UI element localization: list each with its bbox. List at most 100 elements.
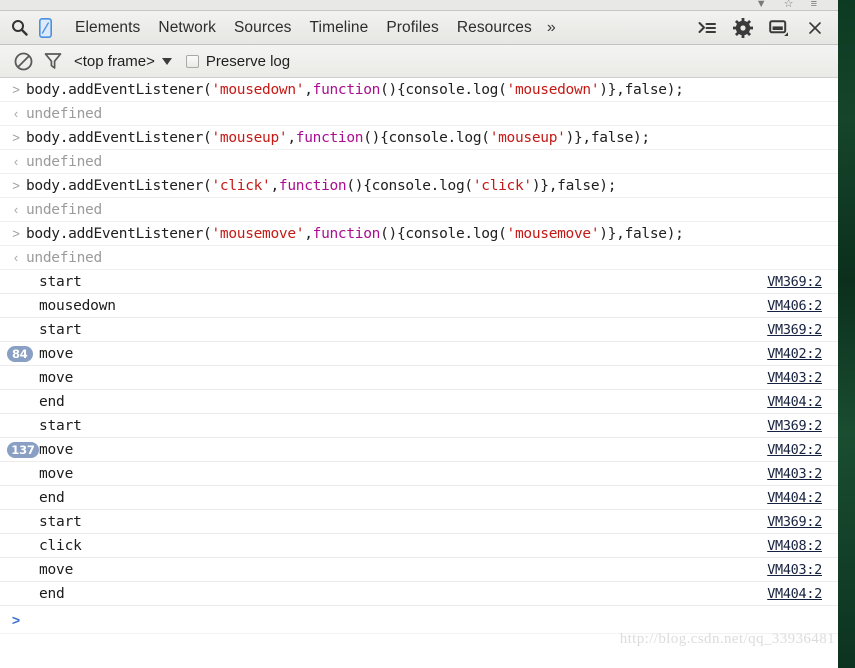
console-log-content: move <box>6 370 767 386</box>
code-token-plain: body.addEventListener( <box>26 177 212 194</box>
code-token-plain: , <box>304 225 313 242</box>
page-content-strip <box>838 0 855 668</box>
code-token-string: 'mousemove' <box>506 225 600 242</box>
code-token-plain: )},false); <box>565 129 651 146</box>
code-token-keyword: function <box>278 177 347 194</box>
console-command-text: body.addEventListener('mousedown',functi… <box>26 82 684 98</box>
tab-elements[interactable]: Elements <box>66 11 149 44</box>
console-log-row[interactable]: 137 move VM402:2 <box>0 438 838 462</box>
frame-selector-label: <top frame> <box>74 52 155 70</box>
tab-resources[interactable]: Resources <box>448 11 541 44</box>
tab-sources[interactable]: Sources <box>225 11 301 44</box>
dock-position-icon[interactable] <box>762 13 796 43</box>
console-log-row[interactable]: end VM404:2 <box>0 390 838 414</box>
search-icon[interactable] <box>6 15 32 41</box>
code-token-plain: body.addEventListener( <box>26 129 212 146</box>
code-token-string: 'click' <box>211 177 271 194</box>
tab-timeline[interactable]: Timeline <box>301 11 378 44</box>
console-result-row[interactable]: ‹ undefined <box>0 102 838 126</box>
preserve-log-toggle[interactable]: Preserve log <box>185 53 290 70</box>
console-log-source-link[interactable]: VM369:2 <box>767 514 838 530</box>
console-log-row[interactable]: click VM408:2 <box>0 534 838 558</box>
console-log-row[interactable]: move VM403:2 <box>0 558 838 582</box>
code-token-plain: (){console.log( <box>380 81 507 98</box>
console-log-content: start <box>6 274 767 290</box>
console-log-row[interactable]: end VM404:2 <box>0 582 838 606</box>
console-log-row[interactable]: start VM369:2 <box>0 270 838 294</box>
console-log-source-link[interactable]: VM404:2 <box>767 394 838 410</box>
device-toggle-icon[interactable] <box>34 15 56 41</box>
console-result-row[interactable]: ‹ undefined <box>0 246 838 270</box>
console-command-text: body.addEventListener('click',function()… <box>26 178 616 194</box>
code-token-string: 'mousedown' <box>211 81 305 98</box>
preserve-log-checkbox[interactable] <box>185 54 199 68</box>
clear-console-icon[interactable] <box>8 47 38 75</box>
console-drawer-icon[interactable] <box>690 13 724 43</box>
console-log-row[interactable]: start VM369:2 <box>0 510 838 534</box>
code-token-plain: )},false); <box>531 177 617 194</box>
console-message-list[interactable]: > body.addEventListener('mousedown',funct… <box>0 78 838 668</box>
code-token-plain: , <box>287 129 296 146</box>
console-log-source-link[interactable]: VM408:2 <box>767 538 838 554</box>
console-log-source-link[interactable]: VM404:2 <box>767 490 838 506</box>
watermark-text: http://blog.csdn.net/qq_33936481 <box>619 631 835 647</box>
console-command-row[interactable]: > body.addEventListener('click',function(… <box>0 174 838 198</box>
console-log-message: mousedown <box>39 297 116 314</box>
code-token-plain: (){console.log( <box>346 177 473 194</box>
browser-chrome-strip: ▼ ☆ ≡ <box>0 0 838 11</box>
console-log-row[interactable]: move VM403:2 <box>0 366 838 390</box>
code-token-plain: , <box>304 81 313 98</box>
chevron-down-icon <box>161 57 172 65</box>
console-log-row[interactable]: start VM369:2 <box>0 414 838 438</box>
repeat-count-slot: 137 <box>6 441 39 458</box>
code-token-plain: body.addEventListener( <box>26 225 212 242</box>
output-marker-icon: ‹ <box>13 202 19 217</box>
console-result-row[interactable]: ‹ undefined <box>0 198 838 222</box>
input-marker-icon: > <box>12 226 20 241</box>
console-log-message: move <box>39 369 74 386</box>
filter-icon[interactable] <box>38 47 68 75</box>
repeat-count-slot: 84 <box>6 345 39 362</box>
console-filter-bar: <top frame> Preserve log <box>0 45 838 78</box>
close-icon[interactable] <box>798 13 832 43</box>
console-log-source-link[interactable]: VM369:2 <box>767 274 838 290</box>
input-marker-icon: > <box>12 130 20 145</box>
tab-network[interactable]: Network <box>149 11 225 44</box>
tabs-overflow-icon[interactable]: » <box>541 11 562 44</box>
console-log-content: click <box>6 538 767 554</box>
console-command-row[interactable]: > body.addEventListener('mousedown',funct… <box>0 78 838 102</box>
console-log-source-link[interactable]: VM403:2 <box>767 370 838 386</box>
repeat-count-badge: 137 <box>7 441 39 458</box>
console-prompt-row[interactable]: > <box>0 606 838 634</box>
console-log-source-link[interactable]: VM403:2 <box>767 562 838 578</box>
console-log-source-link[interactable]: VM369:2 <box>767 322 838 338</box>
tab-profiles[interactable]: Profiles <box>377 11 447 44</box>
console-result-value: undefined <box>26 249 102 266</box>
console-command-row[interactable]: > body.addEventListener('mouseup',functio… <box>0 126 838 150</box>
code-token-string: 'click' <box>472 177 532 194</box>
console-log-source-link[interactable]: VM369:2 <box>767 418 838 434</box>
console-log-source-link[interactable]: VM403:2 <box>767 466 838 482</box>
console-log-row[interactable]: mousedown VM406:2 <box>0 294 838 318</box>
code-token-string: 'mouseup' <box>211 129 288 146</box>
output-marker-icon: ‹ <box>13 250 19 265</box>
console-log-source-link[interactable]: VM402:2 <box>767 346 838 362</box>
code-token-string: 'mousedown' <box>506 81 600 98</box>
devtools-toolbar: Elements Network Sources Timeline Profil… <box>0 11 838 45</box>
console-log-source-link[interactable]: VM404:2 <box>767 586 838 602</box>
console-log-row[interactable]: start VM369:2 <box>0 318 838 342</box>
console-log-message: move <box>39 561 74 578</box>
console-command-text: body.addEventListener('mouseup',function… <box>26 130 650 146</box>
console-result-value: undefined <box>26 153 102 170</box>
console-log-message: move <box>39 345 74 362</box>
gear-icon[interactable] <box>726 13 760 43</box>
console-log-row[interactable]: move VM403:2 <box>0 462 838 486</box>
console-log-message: move <box>39 465 74 482</box>
frame-selector[interactable]: <top frame> <box>74 53 172 70</box>
console-log-row[interactable]: end VM404:2 <box>0 486 838 510</box>
console-log-row[interactable]: 84 move VM402:2 <box>0 342 838 366</box>
console-log-source-link[interactable]: VM406:2 <box>767 298 838 314</box>
console-log-source-link[interactable]: VM402:2 <box>767 442 838 458</box>
console-result-row[interactable]: ‹ undefined <box>0 150 838 174</box>
console-command-row[interactable]: > body.addEventListener('mousemove',funct… <box>0 222 838 246</box>
